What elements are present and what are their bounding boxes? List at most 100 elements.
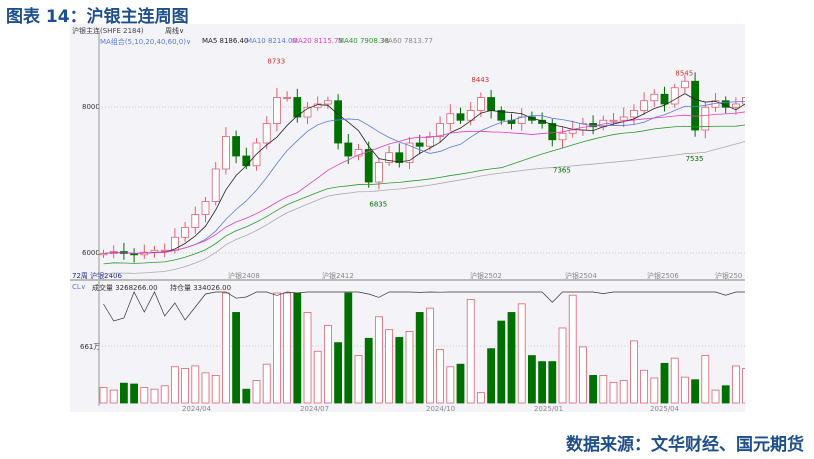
open-interest-line (103, 291, 745, 322)
volume-bar (568, 294, 577, 404)
ma60-line (103, 141, 745, 275)
volume-bar (150, 388, 159, 404)
volume-bar (283, 292, 292, 404)
candle-body (364, 149, 373, 183)
volume-bar (242, 388, 251, 404)
volume-bar (558, 327, 567, 404)
candle-body (619, 116, 628, 121)
candle-body (681, 80, 689, 89)
volume-bar (742, 368, 745, 404)
volume-bar (395, 337, 404, 404)
volume-bar (497, 320, 506, 404)
volume-bar (109, 389, 118, 404)
candle-body (446, 113, 455, 124)
candle-body (191, 214, 200, 228)
candle-body (323, 100, 332, 105)
volume-bar (130, 383, 138, 404)
volume-bar (527, 355, 536, 404)
candle-body (456, 113, 465, 121)
candle-body (609, 119, 618, 122)
volume-bar (415, 312, 424, 404)
candle-body (395, 152, 404, 163)
candle-body (742, 97, 745, 105)
volume-bar (99, 387, 108, 404)
candle-body (221, 136, 230, 170)
candlestick-chart[interactable]: 8733 6835 8443 7365 8545 7535 (70, 24, 745, 412)
volume-bar (650, 377, 659, 404)
volume-bar (609, 381, 618, 404)
ma10-line (103, 101, 745, 254)
candle-body (660, 93, 669, 105)
volume-bar (660, 362, 669, 404)
volume-bar (191, 365, 200, 404)
volume-bar (487, 348, 496, 404)
volume-bar (640, 369, 648, 404)
candle-body (232, 136, 241, 157)
candle-body (640, 100, 648, 111)
candle-body (344, 142, 353, 157)
candle-body (99, 253, 108, 256)
candle-body (476, 97, 485, 111)
volume-bar (538, 361, 547, 404)
volume-bar (262, 363, 271, 404)
candle-body (650, 93, 659, 102)
candle-body (150, 249, 159, 253)
volume-bar (732, 365, 740, 404)
volume-bar (221, 292, 230, 404)
volume-bar (599, 375, 608, 404)
candle-body (670, 87, 679, 105)
volume-bar (293, 292, 302, 404)
volume-bar (476, 392, 485, 404)
volume-bar (160, 385, 169, 404)
volume-bar (456, 363, 465, 404)
volume-bar (619, 380, 628, 404)
candle-body (548, 123, 557, 141)
source-note: 数据来源：文华财经、国元期货 (566, 435, 804, 455)
ma5-line (103, 93, 745, 254)
volume-bar (701, 355, 710, 404)
volume-bar (364, 337, 373, 404)
volume-bar (405, 331, 414, 404)
volume-bar (344, 292, 353, 404)
volume-bar (323, 324, 332, 404)
price-annotation: 8443 (471, 76, 489, 84)
candle-body (201, 201, 210, 215)
candle-body (242, 155, 251, 167)
volume-bar (466, 299, 475, 404)
volume-bar (691, 379, 699, 404)
volume-bar (385, 329, 394, 404)
volume-bar (517, 303, 526, 404)
volume-bar (211, 375, 220, 404)
volume-bar (120, 382, 128, 404)
volume-bar (201, 372, 210, 404)
volume-bar (354, 355, 363, 404)
volume-bar (374, 316, 383, 404)
candle-body (568, 129, 577, 134)
volume-bar (436, 349, 445, 404)
volume-bar (313, 350, 322, 404)
chart-panel[interactable]: 沪银主连(SHFE 2184) 周线∨ MA组合(5,10,20,40,60,0… (70, 24, 745, 413)
volume-bar (303, 312, 312, 404)
price-annotation: 8733 (267, 57, 285, 65)
candle-body (425, 136, 434, 147)
volume-bar (721, 385, 730, 404)
candle-body (283, 97, 292, 99)
volume-bar (181, 368, 189, 404)
volume-bar (507, 312, 516, 404)
volume-bar (171, 366, 179, 404)
volume-bar (681, 376, 689, 404)
volume-bar (589, 375, 597, 404)
volume-bar (711, 389, 720, 404)
candle-body (630, 110, 638, 118)
volume-bar (425, 307, 434, 404)
volume-bar (140, 387, 149, 404)
candle-body (211, 168, 220, 202)
volume-bar (630, 340, 638, 404)
volume-bar (232, 312, 241, 404)
candle-body (691, 80, 699, 131)
candle-body (272, 97, 281, 124)
candle-body (436, 123, 445, 137)
candle-body (558, 132, 567, 141)
candle-body (181, 227, 189, 238)
volume-bar (548, 361, 557, 404)
